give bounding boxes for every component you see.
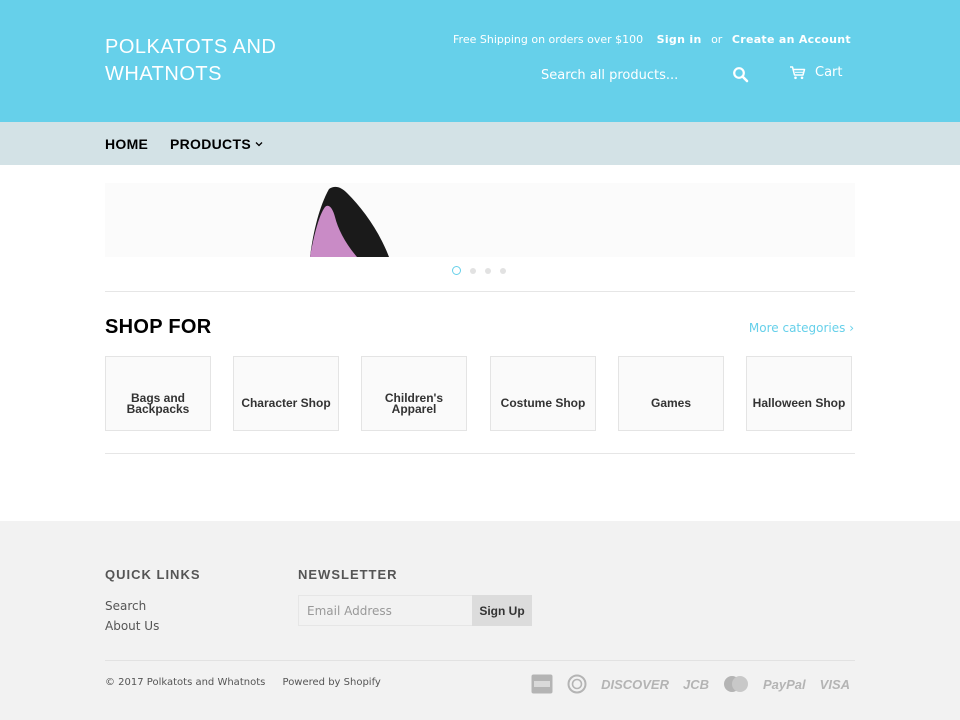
sign-in-link[interactable]: Sign in (657, 33, 702, 46)
jcb-icon: JCB (682, 676, 709, 692)
copyright-block: © 2017 Polkatots and Whatnots Powered by… (105, 677, 395, 688)
diners-club-icon (567, 674, 587, 694)
slide-dot-3[interactable] (485, 267, 491, 274)
main-nav: HOME PRODUCTS (0, 122, 960, 165)
cart-link[interactable]: Cart (789, 65, 843, 80)
slide-dot-1[interactable] (452, 266, 461, 275)
or-separator: or (711, 33, 723, 46)
search-input[interactable] (534, 60, 758, 90)
hero-slideshow[interactable] (105, 183, 855, 257)
chevron-down-icon (255, 142, 263, 147)
nav-home[interactable]: HOME (105, 136, 148, 152)
footer-search-link[interactable]: Search (105, 599, 146, 613)
category-card[interactable]: Bags and Backpacks (105, 356, 211, 431)
paypal-icon: PayPal (763, 676, 806, 692)
category-card[interactable]: Halloween Shop (746, 356, 852, 431)
search-icon (733, 67, 749, 83)
list-item: About Us (105, 616, 159, 636)
footer-about-link[interactable]: About Us (105, 619, 159, 633)
slide-image (310, 186, 389, 257)
slide-dot-2[interactable] (470, 267, 476, 274)
category-card[interactable]: Children's Apparel (361, 356, 467, 431)
shipping-notice: Free Shipping on orders over $100 (453, 33, 644, 46)
logo-line-1: POLKATOTS AND (105, 36, 277, 58)
section-divider (105, 291, 855, 292)
store-logo[interactable]: POLKATOTS AND WHATNOTS (105, 34, 305, 88)
powered-by-link[interactable]: Powered by Shopify (283, 677, 381, 688)
cart-icon (790, 66, 806, 80)
copyright-text: © 2017 Polkatots and Whatnots (105, 677, 266, 688)
slide-dot-4[interactable] (500, 267, 506, 274)
quick-links-list: Search About Us (105, 596, 159, 636)
site-footer: QUICK LINKS Search About Us NEWSLETTER S… (0, 521, 960, 720)
header-top-links: Free Shipping on orders over $100 Sign i… (453, 33, 851, 46)
nav-products-label: PRODUCTS (170, 136, 251, 152)
nav-products[interactable]: PRODUCTS (170, 136, 263, 152)
slideshow-dots (452, 266, 506, 275)
search-form (534, 60, 758, 90)
cart-label: Cart (815, 65, 843, 80)
visa-icon: VISA (819, 676, 850, 692)
american-express-icon (531, 674, 553, 694)
discover-icon: DISCOVER (601, 676, 669, 692)
quick-links-heading: QUICK LINKS (105, 567, 201, 582)
shop-for-title: SHOP FOR (105, 316, 212, 338)
footer-divider (105, 660, 855, 661)
newsletter-form: Sign Up (298, 595, 533, 626)
create-account-link[interactable]: Create an Account (732, 33, 851, 46)
category-grid: Bags and Backpacks Character Shop Childr… (105, 356, 855, 431)
mastercard-icon (723, 675, 749, 693)
search-button[interactable] (732, 66, 750, 84)
logo-line-2: WHATNOTS (105, 63, 222, 85)
email-field[interactable] (298, 595, 473, 626)
category-card[interactable]: Games (618, 356, 724, 431)
category-card[interactable]: Costume Shop (490, 356, 596, 431)
newsletter-heading: NEWSLETTER (298, 567, 398, 582)
category-card[interactable]: Character Shop (233, 356, 339, 431)
list-item: Search (105, 596, 159, 616)
payment-icons: DISCOVER JCB PayPal VISA (531, 674, 850, 694)
more-categories-link[interactable]: More categories › (749, 321, 854, 335)
section-divider (105, 453, 855, 454)
site-header: POLKATOTS AND WHATNOTS Free Shipping on … (0, 0, 960, 122)
sign-up-button[interactable]: Sign Up (472, 595, 532, 626)
